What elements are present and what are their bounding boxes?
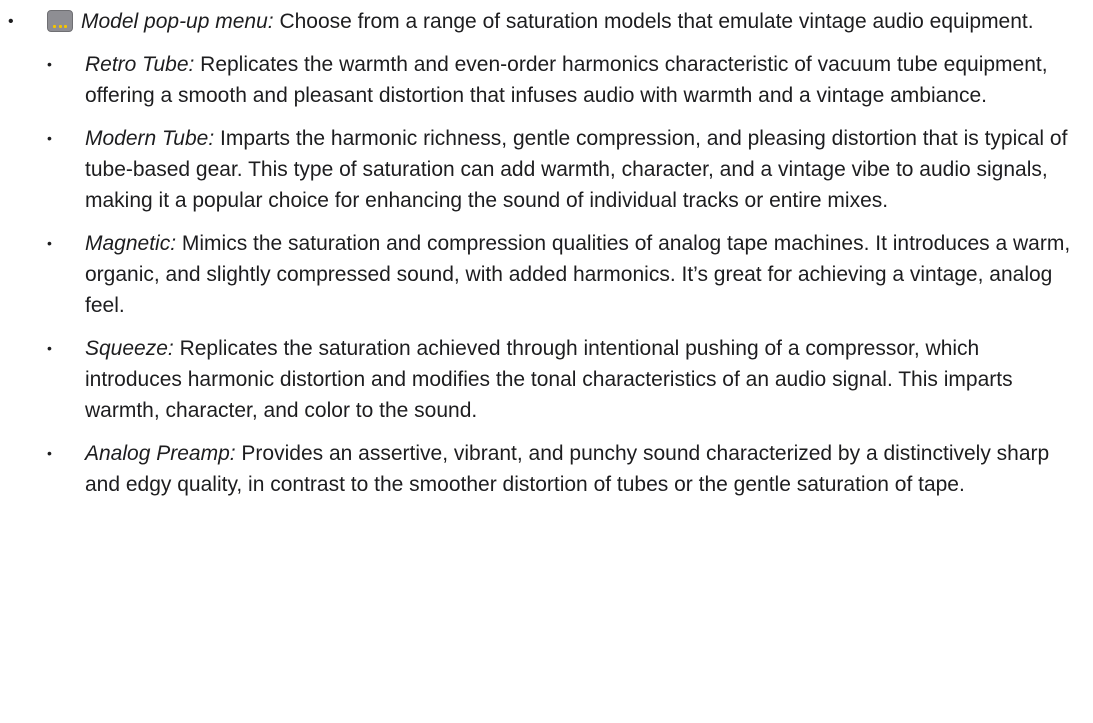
list-bullet: •: [47, 235, 52, 251]
list-bullet: •: [47, 56, 52, 72]
list-bullet: •: [47, 445, 52, 461]
item-term: Squeeze:: [85, 337, 174, 360]
list-bullet: •: [47, 130, 52, 146]
item-description: Choose from a range of saturation models…: [273, 10, 1034, 33]
item-term: Model pop-up menu:: [81, 10, 274, 33]
item-term: Analog Preamp:: [85, 442, 236, 465]
list-item-modern-tube: • Modern Tube: Imparts the harmonic rich…: [47, 123, 1079, 216]
list-item-retro-tube: • Retro Tube: Replicates the warmth and …: [47, 49, 1079, 111]
list-bullet: •: [8, 13, 14, 30]
item-term: Retro Tube:: [85, 53, 195, 76]
model-options-list: • Retro Tube: Replicates the warmth and …: [47, 49, 1079, 500]
popup-menu-dots-icon: [53, 25, 67, 28]
item-description: Mimics the saturation and compression qu…: [85, 232, 1071, 317]
item-term: Magnetic:: [85, 232, 177, 255]
list-item-magnetic: • Magnetic: Mimics the saturation and co…: [47, 228, 1079, 321]
list-item-analog-preamp: • Analog Preamp: Provides an assertive, …: [47, 438, 1079, 500]
document-page: • Model pop-up menu: Choose from a range…: [0, 0, 1093, 723]
list-item-squeeze: • Squeeze: Replicates the saturation ach…: [47, 333, 1079, 426]
list-bullet: •: [47, 340, 52, 356]
item-description: Imparts the harmonic richness, gentle co…: [85, 127, 1068, 212]
list-item-model-popup-menu: • Model pop-up menu: Choose from a range…: [0, 6, 1093, 500]
model-popup-menu-icon: [47, 10, 73, 32]
item-term: Modern Tube:: [85, 127, 215, 150]
item-description: Replicates the warmth and even-order har…: [85, 53, 1048, 107]
item-description: Replicates the saturation achieved throu…: [85, 337, 1013, 422]
